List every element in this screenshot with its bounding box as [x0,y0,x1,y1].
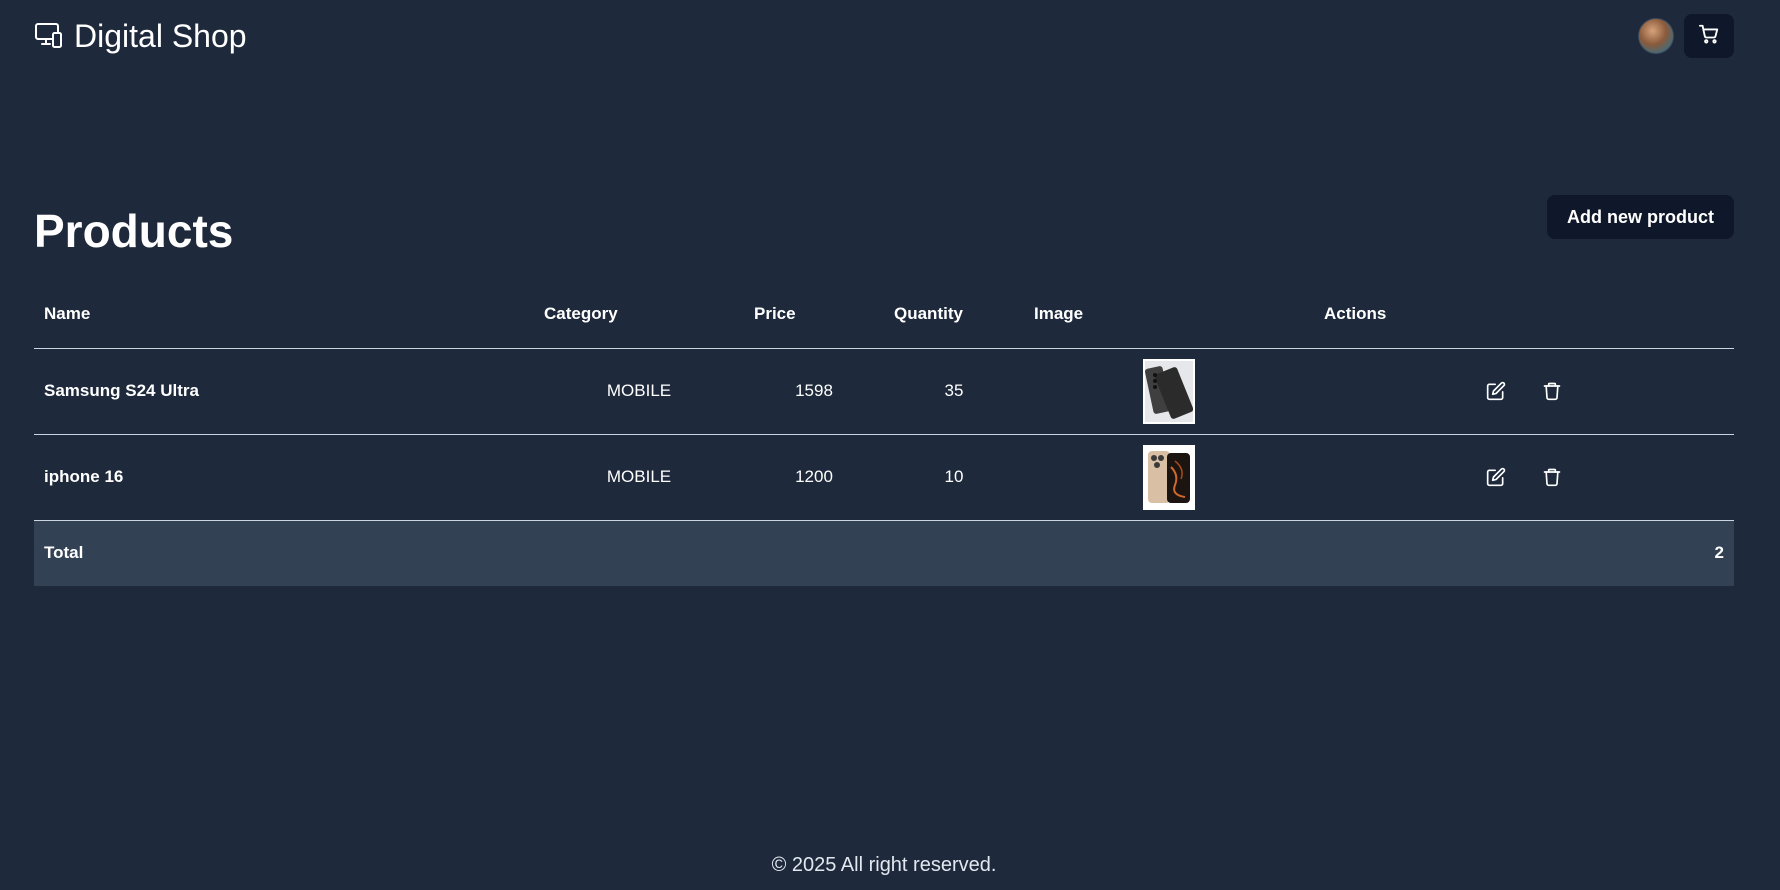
column-header-category: Category [534,280,744,349]
table-row: Samsung S24 Ultra MOBILE 1598 35 [34,348,1734,435]
products-table: Name Category Price Quantity Image Actio… [34,280,1734,586]
app-header: Digital Shop [34,0,1734,72]
row-actions [1324,381,1724,401]
column-header-quantity: Quantity [884,280,1024,349]
edit-icon[interactable] [1486,467,1506,487]
page-title: Products [34,205,234,257]
edit-icon[interactable] [1486,381,1506,401]
product-quantity: 35 [884,348,1024,435]
table-row: iphone 16 MOBILE 1200 10 [34,434,1734,521]
avatar[interactable] [1638,18,1674,54]
brand[interactable]: Digital Shop [34,18,247,55]
column-header-price: Price [744,280,884,349]
footer-text: © 2025 All right reserved. [771,854,997,876]
product-image [1143,444,1195,510]
header-actions [1638,14,1734,58]
product-category: MOBILE [534,348,744,435]
product-price: 1200 [744,434,884,521]
column-header-name: Name [34,280,534,349]
total-row: Total 2 [34,520,1734,586]
total-value: 2 [1314,520,1734,586]
column-header-image: Image [1024,280,1314,349]
product-name: Samsung S24 Ultra [34,348,534,435]
product-name: iphone 16 [34,434,534,521]
cart-button[interactable] [1684,14,1734,58]
column-header-actions: Actions [1314,280,1734,349]
product-category: MOBILE [534,434,744,521]
devices-icon [34,22,64,50]
cart-icon [1698,23,1720,50]
product-quantity: 10 [884,434,1024,521]
table-header-row: Name Category Price Quantity Image Actio… [34,280,1734,349]
title-row: Products Add new product [34,195,1734,258]
add-new-product-button[interactable]: Add new product [1547,195,1734,239]
brand-title: Digital Shop [74,17,247,54]
total-label: Total [34,520,534,586]
product-price: 1598 [744,348,884,435]
row-actions [1324,467,1724,487]
delete-icon[interactable] [1542,467,1562,487]
product-image [1143,358,1195,424]
delete-icon[interactable] [1542,381,1562,401]
